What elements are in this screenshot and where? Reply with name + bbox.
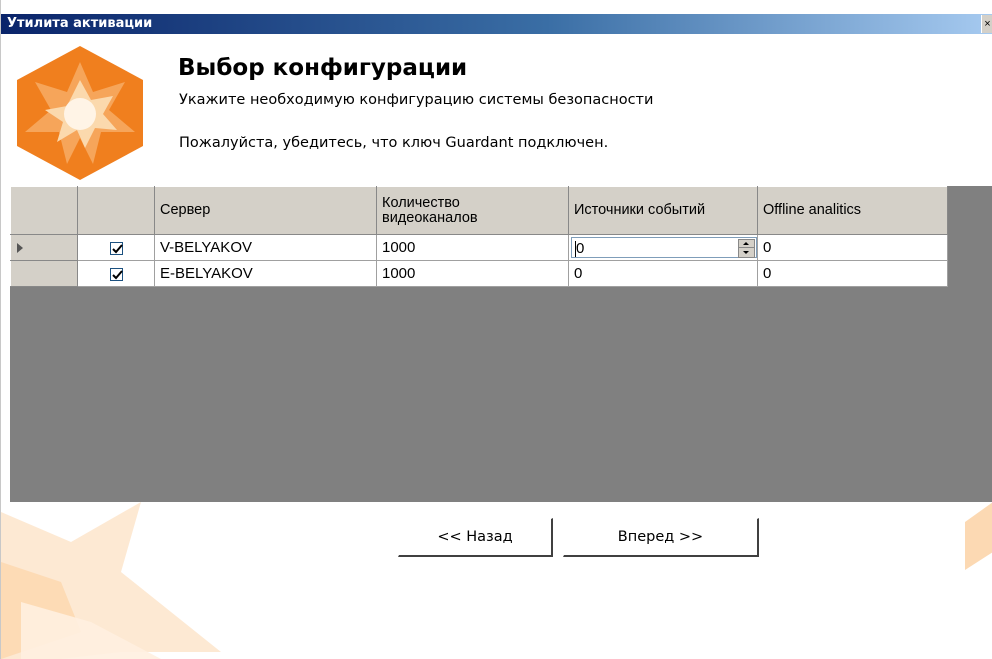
star-logo-icon [17, 46, 143, 180]
configuration-table: Сервер Количество видеоканалов Источники… [10, 186, 948, 287]
row-header-corner [10, 186, 78, 235]
table-header-row: Сервер Количество видеоканалов Источники… [10, 186, 948, 235]
current-row-arrow-icon [17, 243, 23, 254]
event-sources-cell[interactable]: 0 [568, 234, 758, 261]
channels-header-line2: видеоканалов [382, 209, 478, 226]
event-sources-cell[interactable]: 0 [568, 260, 758, 287]
window-title: Утилита активации [7, 16, 153, 31]
row-checkbox[interactable] [109, 241, 123, 255]
event-sources-value: 0 [576, 240, 585, 257]
checkmark-icon [111, 269, 123, 280]
checkmark-icon [111, 243, 123, 254]
activation-utility-window: Утилита активации × Выбор конфигурации У… [0, 0, 992, 659]
close-icon[interactable]: × [981, 15, 992, 33]
row-checkbox-cell[interactable] [77, 234, 155, 261]
next-button[interactable]: Вперед >> [563, 518, 759, 557]
column-header-channels[interactable]: Количество видеоканалов [376, 186, 569, 235]
configuration-grid-area: Сервер Количество видеоканалов Источники… [10, 186, 992, 502]
column-header-offline-analytics[interactable]: Offline analitics [757, 186, 948, 235]
page-title: Выбор конфигурации [178, 55, 468, 81]
channels-header-line1: Количество [382, 194, 460, 211]
row-checkbox-cell[interactable] [77, 260, 155, 287]
column-header-server[interactable]: Сервер [154, 186, 377, 235]
page-subtitle: Укажите необходимую конфигурацию системы… [179, 92, 654, 108]
column-header-check[interactable] [77, 186, 155, 235]
offline-analytics-cell[interactable]: 0 [757, 260, 948, 287]
guardant-key-note: Пожалуйста, убедитесь, что ключ Guardant… [179, 135, 609, 151]
table-row[interactable]: E-BELYAKOV 1000 0 0 [10, 260, 948, 287]
offline-analytics-cell[interactable]: 0 [757, 234, 948, 261]
back-button[interactable]: << Назад [398, 518, 553, 557]
channels-cell[interactable]: 1000 [376, 260, 569, 287]
stepper-buttons[interactable] [738, 239, 755, 258]
row-selector[interactable] [10, 234, 78, 261]
event-sources-stepper[interactable]: 0 [571, 237, 757, 258]
server-cell[interactable]: V-BELYAKOV [154, 234, 377, 261]
stepper-up-icon[interactable] [739, 240, 754, 248]
title-bar: Утилита активации × [1, 14, 992, 34]
row-selector[interactable] [10, 260, 78, 287]
server-cell[interactable]: E-BELYAKOV [154, 260, 377, 287]
stepper-down-icon[interactable] [739, 249, 754, 257]
row-checkbox[interactable] [109, 267, 123, 281]
table-row[interactable]: V-BELYAKOV 1000 0 0 [10, 234, 948, 261]
channels-cell[interactable]: 1000 [376, 234, 569, 261]
column-header-event-sources[interactable]: Источники событий [568, 186, 758, 235]
